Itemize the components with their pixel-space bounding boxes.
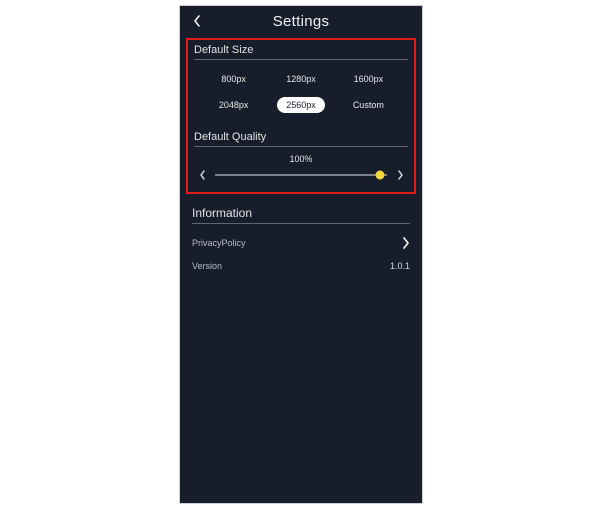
quality-value-label: 100% bbox=[194, 154, 408, 164]
chevron-right-icon bbox=[402, 237, 410, 249]
size-option[interactable]: 2560px bbox=[277, 97, 325, 113]
chevron-left-icon bbox=[199, 170, 206, 180]
slider-line bbox=[215, 175, 387, 176]
chevron-left-icon bbox=[193, 15, 201, 27]
default-size-heading: Default Size bbox=[194, 44, 408, 59]
privacy-policy-label: PrivacyPolicy bbox=[192, 238, 246, 248]
back-button[interactable] bbox=[188, 12, 206, 30]
size-option[interactable]: 800px bbox=[212, 71, 255, 87]
default-quality-section: Default Quality 100% bbox=[194, 131, 408, 182]
page-title: Settings bbox=[273, 13, 330, 30]
default-size-section: Default Size 800px 1280px 1600px 2048px 2560… bbox=[194, 44, 408, 119]
quality-increase-button[interactable] bbox=[393, 168, 407, 182]
version-label: Version bbox=[192, 261, 222, 271]
chevron-right-icon bbox=[397, 170, 404, 180]
size-options-grid: 800px 1280px 1600px 2048px 2560px Custom bbox=[194, 67, 408, 119]
size-option[interactable]: Custom bbox=[344, 97, 393, 113]
header: Settings bbox=[180, 6, 422, 36]
version-row: Version 1.0.1 bbox=[192, 255, 410, 277]
information-section: Information PrivacyPolicy Version 1.0.1 bbox=[192, 206, 410, 277]
default-quality-heading: Default Quality bbox=[194, 131, 408, 146]
version-value: 1.0.1 bbox=[390, 261, 410, 271]
settings-screen: Settings Default Size 800px 1280px 1600px 2… bbox=[179, 5, 423, 504]
divider bbox=[194, 59, 408, 60]
quality-slider bbox=[194, 168, 408, 182]
divider bbox=[192, 223, 410, 224]
divider bbox=[194, 146, 408, 147]
quality-decrease-button[interactable] bbox=[195, 168, 209, 182]
quality-slider-thumb[interactable] bbox=[376, 171, 385, 180]
quality-slider-track[interactable] bbox=[215, 170, 387, 180]
size-option[interactable]: 1280px bbox=[277, 71, 325, 87]
highlighted-region: Default Size 800px 1280px 1600px 2048px 2560… bbox=[186, 38, 416, 194]
information-heading: Information bbox=[192, 206, 410, 223]
privacy-policy-row[interactable]: PrivacyPolicy bbox=[192, 231, 410, 255]
size-option[interactable]: 1600px bbox=[345, 71, 393, 87]
size-option[interactable]: 2048px bbox=[210, 97, 258, 113]
